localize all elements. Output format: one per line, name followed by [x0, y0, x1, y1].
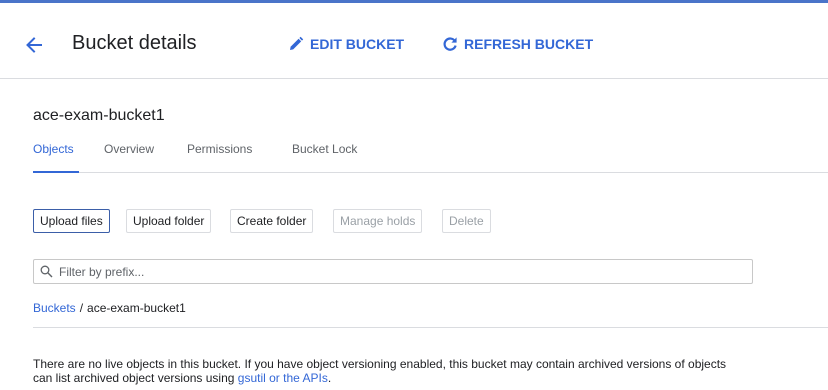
refresh-bucket-button[interactable]: REFRESH BUCKET	[442, 36, 593, 52]
empty-message-suffix: .	[327, 371, 332, 385]
tab-overview[interactable]: Overview	[104, 142, 154, 156]
breadcrumb: Buckets / ace-exam-bucket1	[33, 301, 186, 315]
empty-bucket-message: There are no live objects in this bucket…	[33, 357, 828, 385]
search-icon	[40, 265, 53, 278]
breadcrumb-separator: /	[79, 301, 84, 315]
refresh-icon	[443, 37, 457, 51]
edit-bucket-button[interactable]: EDIT BUCKET	[288, 36, 404, 52]
page-title: Bucket details	[72, 32, 197, 54]
bucket-name-heading: ace-exam-bucket1	[33, 107, 165, 124]
tab-permissions[interactable]: Permissions	[187, 142, 252, 156]
filter-box	[33, 259, 753, 284]
arrow-left-icon	[26, 37, 42, 53]
empty-message-line-1: There are no live objects in this bucket…	[33, 357, 727, 371]
breadcrumb-current: ace-exam-bucket1	[87, 301, 186, 315]
breadcrumb-buckets-link[interactable]: Buckets	[33, 301, 76, 315]
page-header: Bucket details EDIT BUCKET REFRESH BUCKE…	[0, 3, 828, 79]
edit-bucket-label: EDIT BUCKET	[310, 36, 405, 52]
section-divider	[33, 327, 828, 328]
manage-holds-button[interactable]: Manage holds	[333, 209, 423, 233]
upload-files-button[interactable]: Upload files	[33, 209, 110, 233]
back-button[interactable]	[24, 35, 44, 55]
tab-objects[interactable]: Objects	[33, 142, 74, 156]
filter-prefix-input[interactable]	[59, 262, 739, 281]
refresh-bucket-label: REFRESH BUCKET	[464, 36, 594, 52]
create-folder-button[interactable]: Create folder	[230, 209, 314, 233]
active-tab-indicator	[33, 171, 79, 173]
bucket-tabs: Objects Overview Permissions Bucket Lock	[33, 138, 828, 173]
delete-button[interactable]: Delete	[442, 209, 491, 233]
upload-folder-button[interactable]: Upload folder	[126, 209, 212, 233]
empty-message-prefix: can list archived object versions using	[33, 371, 238, 385]
pencil-icon	[290, 36, 304, 50]
empty-message-line-2: can list archived object versions using …	[33, 371, 828, 385]
tab-bucket-lock[interactable]: Bucket Lock	[292, 142, 357, 156]
gsutil-apis-link[interactable]: gsutil or the APIs	[238, 371, 328, 385]
bucket-details-page: Bucket details EDIT BUCKET REFRESH BUCKE…	[0, 0, 828, 390]
